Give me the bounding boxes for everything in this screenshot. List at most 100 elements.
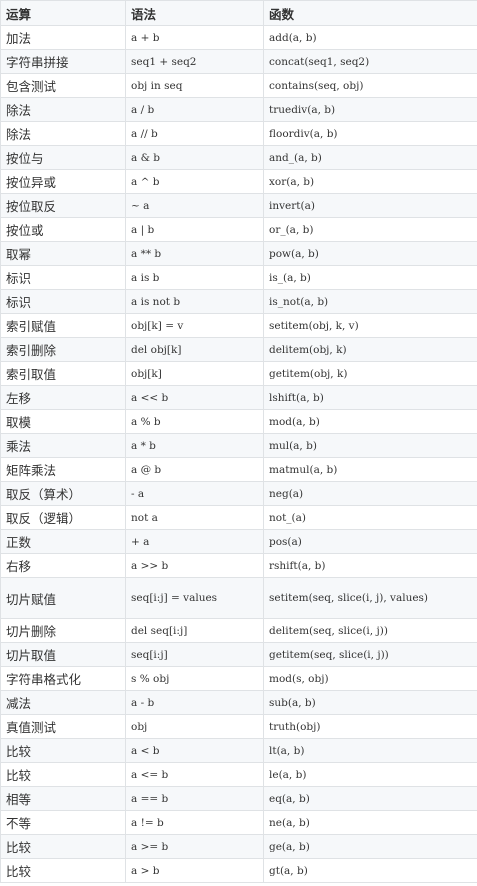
function-cell: mul(a, b) [263,433,477,458]
table-row: 右移 a >> b rshift(a, b) [0,553,477,578]
operation-cell: 取反（算术） [0,481,126,506]
syntax-cell: a == b [125,786,264,811]
operation-cell: 索引取值 [0,361,126,386]
table-row: 相等 a == b eq(a, b) [0,786,477,811]
operation-cell: 比较 [0,762,126,787]
operation-cell: 取幂 [0,241,126,266]
table-row: 切片取值 seq[i:j] getitem(seq, slice(i, j)) [0,642,477,667]
function-cell: pow(a, b) [263,241,477,266]
syntax-cell: a != b [125,810,264,835]
table-body: 加法 a + b add(a, b) 字符串拼接 seq1 + seq2 concat(s… [0,25,477,883]
syntax-cell: a - b [125,690,264,715]
operation-cell: 比较 [0,858,126,883]
column-header-function: 函数 [263,0,477,26]
function-cell: or_(a, b) [263,217,477,242]
operation-cell: 比较 [0,738,126,763]
syntax-cell: a << b [125,385,264,410]
table-row: 减法 a - b sub(a, b) [0,690,477,715]
syntax-cell: a | b [125,217,264,242]
function-cell: is_not(a, b) [263,289,477,314]
operation-cell: 左移 [0,385,126,410]
syntax-cell: ~ a [125,193,264,218]
operation-cell: 包含测试 [0,73,126,98]
function-cell: pos(a) [263,529,477,554]
table-header-row: 运算 语法 函数 [0,0,477,26]
function-cell: not_(a) [263,505,477,530]
table-row: 索引赋值 obj[k] = v setitem(obj, k, v) [0,313,477,338]
operator-function-table: 运算 语法 函数 加法 a + b add(a, b) 字符串拼接 seq1 + seq… [0,0,477,883]
operation-cell: 不等 [0,810,126,835]
syntax-cell: a >> b [125,553,264,578]
function-cell: ne(a, b) [263,810,477,835]
function-cell: eq(a, b) [263,786,477,811]
table-row: 正数 + a pos(a) [0,529,477,554]
table-row: 按位异或 a ^ b xor(a, b) [0,169,477,194]
operation-cell: 右移 [0,553,126,578]
operation-cell: 除法 [0,97,126,122]
table-row: 比较 a >= b ge(a, b) [0,834,477,859]
syntax-cell: not a [125,505,264,530]
function-cell: contains(seq, obj) [263,73,477,98]
syntax-cell: a ^ b [125,169,264,194]
function-cell: ge(a, b) [263,834,477,859]
syntax-cell: obj [125,714,264,739]
table-row: 比较 a < b lt(a, b) [0,738,477,763]
syntax-cell: obj[k] [125,361,264,386]
table-row: 按位与 a & b and_(a, b) [0,145,477,170]
function-cell: sub(a, b) [263,690,477,715]
operation-cell: 标识 [0,289,126,314]
operation-cell: 标识 [0,265,126,290]
operation-cell: 减法 [0,690,126,715]
function-cell: xor(a, b) [263,169,477,194]
operation-cell: 切片赋值 [0,577,126,619]
operation-cell: 字符串拼接 [0,49,126,74]
operation-cell: 按位异或 [0,169,126,194]
syntax-cell: del obj[k] [125,337,264,362]
function-cell: lshift(a, b) [263,385,477,410]
table-row: 取模 a % b mod(a, b) [0,409,477,434]
table-row: 字符串格式化 s % obj mod(s, obj) [0,666,477,691]
table-row: 矩阵乘法 a @ b matmul(a, b) [0,457,477,482]
operation-cell: 相等 [0,786,126,811]
table-row: 标识 a is b is_(a, b) [0,265,477,290]
syntax-cell: a <= b [125,762,264,787]
syntax-cell: - a [125,481,264,506]
function-cell: lt(a, b) [263,738,477,763]
operation-cell: 按位或 [0,217,126,242]
operation-cell: 取模 [0,409,126,434]
syntax-cell: + a [125,529,264,554]
syntax-cell: del seq[i:j] [125,618,264,643]
operation-cell: 比较 [0,834,126,859]
operation-cell: 按位取反 [0,193,126,218]
table-row: 比较 a <= b le(a, b) [0,762,477,787]
table-row: 按位或 a | b or_(a, b) [0,217,477,242]
function-cell: delitem(obj, k) [263,337,477,362]
syntax-cell: a is b [125,265,264,290]
table-row: 不等 a != b ne(a, b) [0,810,477,835]
function-cell: setitem(obj, k, v) [263,313,477,338]
table-row: 取反（逻辑） not a not_(a) [0,505,477,530]
operation-cell: 加法 [0,25,126,50]
table-row: 取反（算术） - a neg(a) [0,481,477,506]
table-row: 加法 a + b add(a, b) [0,25,477,50]
function-cell: neg(a) [263,481,477,506]
syntax-cell: a @ b [125,457,264,482]
function-cell: delitem(seq, slice(i, j)) [263,618,477,643]
function-cell: concat(seq1, seq2) [263,49,477,74]
table-row: 切片删除 del seq[i:j] delitem(seq, slice(i, j)… [0,618,477,643]
table-row: 索引删除 del obj[k] delitem(obj, k) [0,337,477,362]
syntax-cell: a > b [125,858,264,883]
syntax-cell: a >= b [125,834,264,859]
function-cell: is_(a, b) [263,265,477,290]
function-cell: mod(a, b) [263,409,477,434]
operation-cell: 矩阵乘法 [0,457,126,482]
syntax-cell: seq1 + seq2 [125,49,264,74]
table-row: 比较 a > b gt(a, b) [0,858,477,883]
table-row: 标识 a is not b is_not(a, b) [0,289,477,314]
function-cell: getitem(obj, k) [263,361,477,386]
function-cell: matmul(a, b) [263,457,477,482]
table-row: 按位取反 ~ a invert(a) [0,193,477,218]
table-row: 除法 a // b floordiv(a, b) [0,121,477,146]
syntax-cell: a is not b [125,289,264,314]
function-cell: and_(a, b) [263,145,477,170]
